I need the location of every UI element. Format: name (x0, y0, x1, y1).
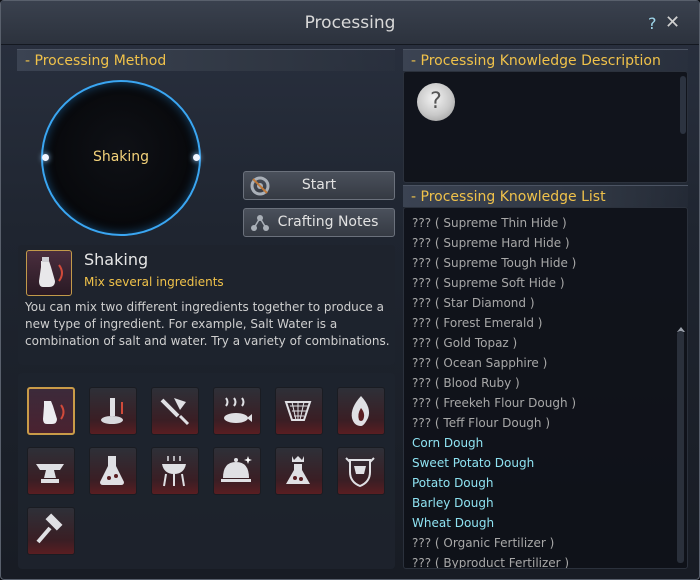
crafting-notes-button[interactable]: Crafting Notes (243, 208, 395, 237)
list-item[interactable]: ??? ( Freekeh Flour Dough ) (412, 396, 576, 410)
list-item[interactable]: Wheat Dough (412, 516, 494, 530)
list-item[interactable]: ??? ( Teff Flour Dough ) (412, 416, 550, 430)
list-item[interactable]: ??? ( Star Diamond ) (412, 296, 535, 310)
processing-window: Processing ? ✕ - Processing Method Shaki… (0, 0, 700, 580)
list-item[interactable]: Potato Dough (412, 476, 493, 490)
knowledge-list-header: - Processing Knowledge List (403, 185, 688, 207)
grill-icon[interactable] (151, 447, 199, 495)
unknown-knowledge-icon: ? (417, 83, 455, 121)
list-item[interactable]: Sweet Potato Dough (412, 456, 534, 470)
method-subtitle: Mix several ingredients (84, 275, 224, 289)
list-item[interactable]: ??? ( Blood Ruby ) (412, 376, 520, 390)
close-button[interactable]: ✕ (665, 12, 680, 33)
anvil-icon[interactable] (27, 447, 75, 495)
shaking-icon[interactable] (27, 387, 75, 435)
list-item[interactable]: ??? ( Supreme Thin Hide ) (412, 216, 567, 230)
alchemy-flask-icon[interactable] (89, 447, 137, 495)
list-item[interactable]: Barley Dough (412, 496, 494, 510)
heating-icon[interactable] (337, 387, 385, 435)
list-item[interactable]: ??? ( Supreme Tough Hide ) (412, 256, 576, 270)
description-scrollbar[interactable] (680, 76, 686, 134)
list-scrollbar[interactable] (677, 331, 684, 563)
titlebar[interactable]: Processing ? ✕ (1, 1, 699, 45)
method-description: You can mix two different ingredients to… (25, 300, 390, 348)
list-item[interactable]: ??? ( Gold Topaz ) (412, 336, 517, 350)
start-button-label: Start (301, 177, 337, 193)
circle-method-label: Shaking (92, 149, 150, 165)
knowledge-description-box: ? (403, 71, 688, 183)
window-title: Processing (304, 13, 396, 33)
shaking-method-icon (26, 250, 72, 296)
guild-crest-icon[interactable] (337, 447, 385, 495)
list-item[interactable]: ??? ( Forest Emerald ) (412, 316, 542, 330)
cooking-cloche-icon[interactable] (213, 447, 261, 495)
list-item[interactable]: Corn Dough (412, 436, 483, 450)
list-item[interactable]: ??? ( Supreme Soft Hide ) (412, 276, 565, 290)
chopping-icon[interactable] (151, 387, 199, 435)
list-item[interactable]: ??? ( Supreme Hard Hide ) (412, 236, 570, 250)
grinding-icon[interactable] (89, 387, 137, 435)
method-name: Shaking (84, 250, 149, 269)
method-icon-grid (18, 373, 395, 569)
method-info-panel: Shaking Mix several ingredients You can … (18, 245, 395, 365)
processing-circle[interactable]: Shaking (39, 80, 203, 238)
list-item[interactable]: ??? ( Byproduct Fertilizer ) (412, 556, 569, 568)
drying-icon[interactable] (213, 387, 261, 435)
list-item[interactable]: ??? ( Ocean Sapphire ) (412, 356, 547, 370)
crafting-notes-label: Crafting Notes (277, 214, 379, 230)
help-button[interactable]: ? (648, 14, 657, 33)
hammer-icon[interactable] (27, 507, 75, 555)
filtering-icon[interactable] (275, 387, 323, 435)
imperial-alchemy-icon[interactable] (275, 447, 323, 495)
start-button[interactable]: Start (243, 171, 395, 200)
knowledge-list: ??? ( Supreme Thin Hide ) ??? ( Supreme … (403, 207, 688, 569)
list-item[interactable]: ??? ( Organic Fertilizer ) (412, 536, 554, 550)
knowledge-description-header: - Processing Knowledge Description (403, 49, 688, 71)
processing-method-header: - Processing Method (17, 49, 395, 71)
